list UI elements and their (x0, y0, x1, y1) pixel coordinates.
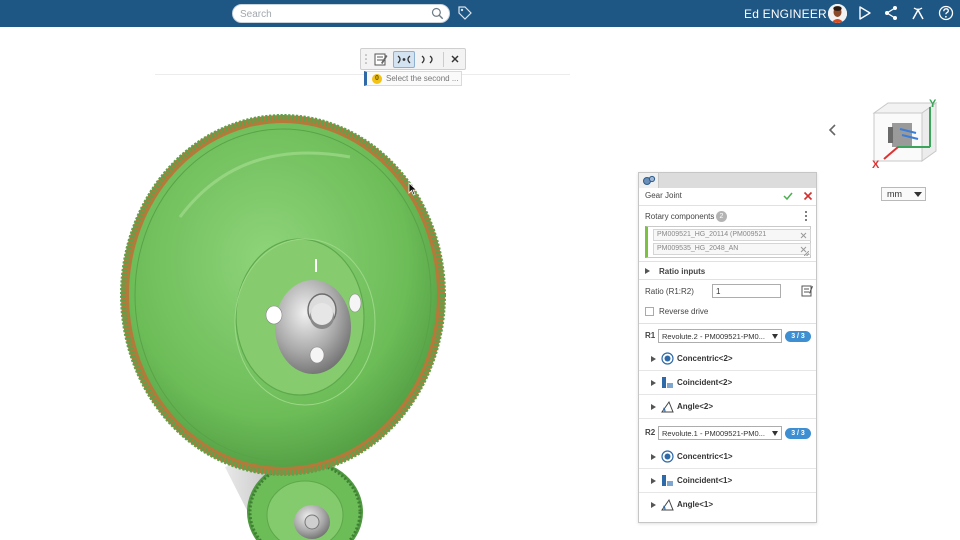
dialog-title: Gear Joint (645, 191, 682, 200)
concentric-icon (661, 352, 674, 365)
toolbar-divider (443, 52, 444, 67)
chevron-down-icon (772, 431, 778, 436)
top-bar: Ed ENGINEER (0, 0, 960, 27)
resize-grip-icon[interactable] (804, 251, 809, 256)
hint-text: Select the second ... (386, 74, 459, 83)
edit-joint-button[interactable] (369, 51, 391, 68)
reverse-drive-label: Reverse drive (659, 307, 709, 316)
command-toolbar (360, 48, 466, 70)
divider (639, 323, 816, 324)
constraint-label: Concentric<1> (677, 452, 733, 461)
remove-icon[interactable] (799, 231, 808, 240)
r2-joint-value: Revolute.1 - PM009521-PM0... (662, 429, 765, 438)
r1-label: R1 (645, 331, 656, 340)
reverse-drive-checkbox[interactable] (645, 307, 654, 316)
constraint-label: Angle<2> (677, 402, 714, 411)
search-icon[interactable] (431, 7, 444, 20)
axis-y-label: Y (929, 99, 937, 110)
constraint-label: Coincident<2> (677, 378, 733, 387)
selection-item-label: PM009521_HG_20114 (PM009521 (657, 231, 767, 238)
compass-icon[interactable] (910, 5, 926, 21)
expand-icon[interactable] (651, 380, 656, 386)
expand-icon[interactable] (651, 356, 656, 362)
ok-button[interactable] (783, 191, 793, 201)
chevron-down-icon (772, 334, 778, 339)
expand-ratio-inputs-icon[interactable] (645, 268, 650, 274)
divider (639, 279, 816, 280)
constraint-label: Angle<1> (677, 500, 714, 509)
large-gear (120, 114, 446, 476)
coincident-icon (662, 475, 673, 486)
close-toolbar-button[interactable] (446, 51, 464, 68)
share-icon[interactable] (883, 5, 899, 21)
expand-icon[interactable] (651, 502, 656, 508)
expand-icon[interactable] (651, 454, 656, 460)
rack-mode-button[interactable] (417, 51, 439, 68)
concentric-icon (661, 450, 674, 463)
divider (639, 261, 816, 262)
tag-icon[interactable] (457, 5, 473, 21)
collapse-panel-button[interactable] (824, 121, 842, 139)
avatar[interactable] (828, 4, 847, 23)
chevron-down-icon (914, 192, 922, 197)
ratio-input[interactable] (712, 284, 781, 298)
axis-x-label: X (872, 159, 880, 169)
constraint-row[interactable]: Angle<1> (639, 493, 816, 517)
rotary-count-badge: 2 (716, 211, 727, 222)
mouse-cursor-icon (408, 182, 418, 196)
constraint-row[interactable]: Coincident<2> (639, 371, 816, 395)
constraint-row[interactable]: Concentric<1> (639, 445, 816, 469)
drag-handle-icon[interactable] (364, 52, 368, 66)
gear-joint-icon (397, 55, 411, 64)
help-icon[interactable] (938, 5, 954, 21)
user-name[interactable]: Ed ENGINEER (744, 7, 827, 21)
constraint-label: Coincident<1> (677, 476, 733, 485)
angle-icon (661, 400, 674, 413)
selection-item[interactable]: PM009535_HG_2048_AN (653, 243, 811, 255)
rotary-components-list[interactable]: PM009521_HG_20114 (PM009521 PM009535_HG_… (645, 226, 811, 258)
selection-item-label: PM009535_HG_2048_AN (657, 245, 739, 252)
more-options-icon[interactable] (803, 210, 809, 222)
r2-joint-select[interactable]: Revolute.1 - PM009521-PM0... (658, 426, 782, 440)
r2-constraint-badge: 3 / 3 (785, 428, 811, 439)
view-cube[interactable]: Y X (866, 99, 942, 169)
constraint-row[interactable]: Concentric<2> (639, 347, 816, 371)
dialog-tab[interactable] (639, 173, 659, 188)
r2-label: R2 (645, 428, 656, 437)
divider (639, 205, 816, 206)
r1-constraint-badge: 3 / 3 (785, 331, 811, 342)
rack-joint-icon (421, 55, 433, 64)
close-icon (451, 55, 459, 63)
unit-select[interactable]: mm (881, 187, 926, 201)
constraint-label: Concentric<2> (677, 354, 733, 363)
share-play-icon[interactable] (857, 5, 873, 21)
search-input[interactable] (240, 7, 425, 21)
r1-joint-select[interactable]: Revolute.2 - PM009521-PM0... (658, 329, 782, 343)
angle-icon (661, 498, 674, 511)
r1-joint-value: Revolute.2 - PM009521-PM0... (662, 332, 765, 341)
edit-icon (374, 53, 388, 66)
rotary-components-label: Rotary components (645, 212, 715, 221)
dialog-tabbar (639, 173, 816, 188)
cancel-button[interactable] (803, 191, 813, 201)
ratio-label: Ratio (R1:R2) (645, 287, 694, 296)
constraint-row[interactable]: Angle<2> (639, 395, 816, 419)
unit-value: mm (887, 189, 902, 199)
hint-count-badge: 0 (372, 74, 382, 84)
command-hint: 0 Select the second ... (364, 71, 462, 86)
gear-joint-icon (643, 175, 656, 185)
gear-joint-dialog: Gear Joint Rotary components 2 PM009521_… (638, 172, 817, 523)
ratio-inputs-label[interactable]: Ratio inputs (659, 267, 705, 276)
selection-item[interactable]: PM009521_HG_20114 (PM009521 (653, 229, 811, 241)
expand-icon[interactable] (651, 478, 656, 484)
expand-icon[interactable] (651, 404, 656, 410)
search-box[interactable] (232, 4, 450, 23)
constraint-row[interactable]: Coincident<1> (639, 469, 816, 493)
check-icon (783, 192, 793, 201)
gear-mode-button[interactable] (393, 51, 415, 68)
formula-icon[interactable] (801, 284, 813, 297)
coincident-icon (662, 377, 673, 388)
